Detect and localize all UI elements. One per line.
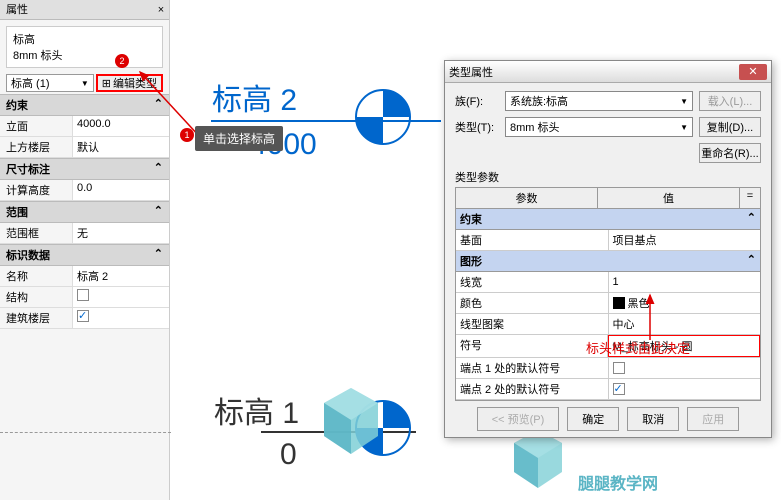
section-graphics[interactable]: 图形⌃ <box>456 251 760 272</box>
edit-type-icon: ⊞ <box>102 77 111 90</box>
checkbox[interactable] <box>77 289 89 301</box>
table-row[interactable]: 颜色黑色 <box>456 293 760 314</box>
type-preview-box[interactable]: 标高 8mm 标头 <box>6 26 163 68</box>
apply-button[interactable]: 应用 <box>687 407 739 431</box>
table-row[interactable]: 端点 2 处的默认符号 <box>456 379 760 400</box>
type-name: 标高 <box>13 31 156 47</box>
type-properties-dialog: 类型属性 ✕ 族(F): 系统族:标高▼ 载入(L)... 类型(T): 8mm… <box>444 60 772 438</box>
annotation-tooltip: 单击选择标高 <box>195 126 283 151</box>
param-row[interactable]: 上方楼层默认 <box>0 137 169 158</box>
dialog-footer: << 预览(P) 确定 取消 应用 <box>445 407 771 431</box>
table-row[interactable]: 端点 1 处的默认符号 <box>456 358 760 379</box>
section-constraints[interactable]: 约束⌃ <box>0 94 169 116</box>
chevron-down-icon: ▼ <box>680 97 688 106</box>
watermark-cube-icon <box>320 386 382 458</box>
collapse-icon: ⌃ <box>747 211 756 227</box>
family-label: 族(F): <box>455 93 499 109</box>
collapse-icon: ⌃ <box>154 247 163 263</box>
type-detail: 8mm 标头 <box>13 47 156 63</box>
level1-value[interactable]: 0 <box>280 438 297 472</box>
param-row[interactable]: 范围框无 <box>0 223 169 244</box>
level2-head-icon[interactable] <box>355 89 411 145</box>
table-row[interactable]: 线宽1 <box>456 272 760 293</box>
param-row[interactable]: 名称标高 2 <box>0 266 169 287</box>
level2-name[interactable]: 标高 2 <box>212 75 297 119</box>
annotation-badge-2: 2 <box>115 54 129 68</box>
collapse-icon: ⌃ <box>154 161 163 177</box>
level1-name[interactable]: 标高 1 <box>214 388 299 432</box>
guide-dashline <box>0 432 171 433</box>
dialog-title-bar[interactable]: 类型属性 ✕ <box>445 61 771 83</box>
param-row[interactable]: 结构 <box>0 287 169 308</box>
param-row[interactable]: 立面4000.0 <box>0 116 169 137</box>
cancel-button[interactable]: 取消 <box>627 407 679 431</box>
collapse-icon: ⌃ <box>154 204 163 220</box>
chevron-down-icon: ▼ <box>680 123 688 132</box>
param-row[interactable]: 计算高度0.0 <box>0 180 169 201</box>
chevron-down-icon: ▼ <box>81 79 89 88</box>
section-dimensions[interactable]: 尺寸标注⌃ <box>0 158 169 180</box>
col-equal: = <box>740 188 760 208</box>
type-label: 类型(T): <box>455 119 499 135</box>
checkbox[interactable] <box>613 362 625 374</box>
panel-title-bar: 属性 × <box>0 0 169 20</box>
table-header: 参数 值 = <box>456 188 760 209</box>
table-row[interactable]: 线型图案中心 <box>456 314 760 335</box>
load-button[interactable]: 载入(L)... <box>699 91 761 111</box>
checkbox[interactable] <box>613 383 625 395</box>
param-row[interactable]: 建筑楼层 <box>0 308 169 329</box>
edit-type-label: 编辑类型 <box>113 75 157 91</box>
family-combo[interactable]: 系统族:标高▼ <box>505 91 693 111</box>
table-row[interactable]: 基面项目基点 <box>456 230 760 251</box>
param-table: 参数 值 = 约束⌃ 基面项目基点 图形⌃ 线宽1 颜色黑色 线型图案中心 符号… <box>455 187 761 401</box>
annotation-badge-1: 1 <box>180 128 194 142</box>
close-icon[interactable]: ✕ <box>739 64 767 80</box>
element-selector[interactable]: 标高 (1) ▼ <box>6 74 94 92</box>
collapse-icon: ⌃ <box>154 97 163 113</box>
type-params-label: 类型参数 <box>455 169 761 185</box>
collapse-icon: ⌃ <box>747 253 756 269</box>
checkbox[interactable] <box>77 310 89 322</box>
section-extents[interactable]: 范围⌃ <box>0 201 169 223</box>
col-value: 值 <box>598 188 740 208</box>
col-param: 参数 <box>456 188 598 208</box>
preview-button[interactable]: << 预览(P) <box>477 407 560 431</box>
color-swatch-icon <box>613 297 625 309</box>
annotation-note: 标头样式由此决定 <box>586 338 690 357</box>
dialog-title: 类型属性 <box>449 64 493 80</box>
rename-button[interactable]: 重命名(R)... <box>699 143 761 163</box>
section-identity[interactable]: 标识数据⌃ <box>0 244 169 266</box>
properties-panel: 属性 × 标高 8mm 标头 标高 (1) ▼ ⊞ 编辑类型 2 约束⌃ 立面4… <box>0 0 170 500</box>
ok-button[interactable]: 确定 <box>567 407 619 431</box>
type-combo[interactable]: 8mm 标头▼ <box>505 117 693 137</box>
section-constraints[interactable]: 约束⌃ <box>456 209 760 230</box>
panel-close-icon[interactable]: × <box>153 0 169 19</box>
edit-type-button[interactable]: ⊞ 编辑类型 <box>96 74 163 92</box>
watermark-subtitle: 腿腿教学网 <box>578 470 658 494</box>
selector-label: 标高 (1) <box>11 75 50 91</box>
panel-title: 属性 <box>6 0 28 19</box>
copy-button[interactable]: 复制(D)... <box>699 117 761 137</box>
